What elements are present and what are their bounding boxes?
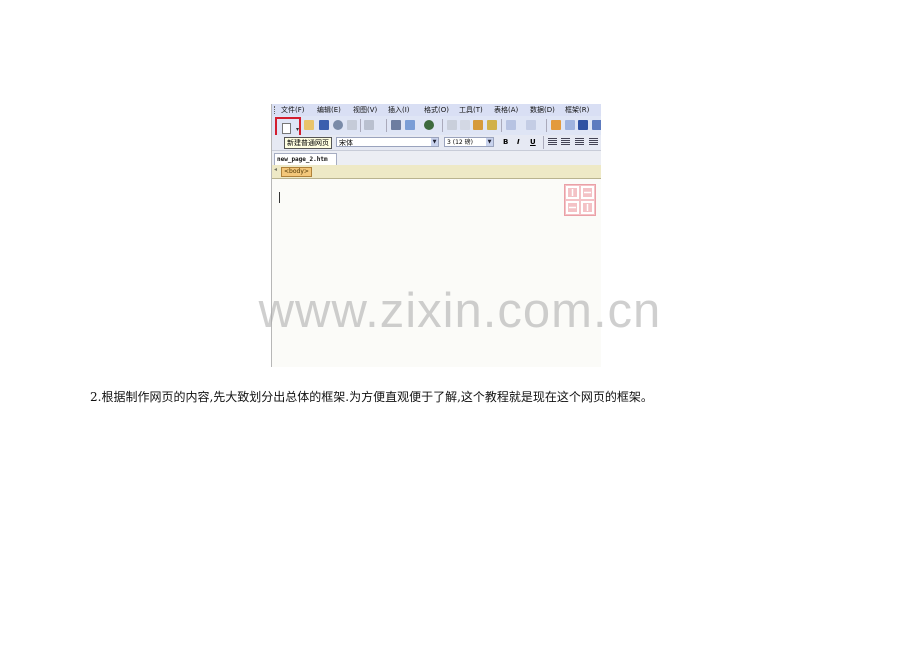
format-painter-icon[interactable] [487, 120, 497, 130]
print-icon[interactable] [391, 120, 401, 130]
copy-icon[interactable] [460, 120, 470, 130]
chevron-left-icon[interactable]: ◂ [274, 166, 277, 173]
menu-format[interactable]: 格式(O) [424, 105, 449, 115]
chevron-down-icon[interactable]: ▼ [431, 138, 438, 146]
font-name-select[interactable]: 宋体 ▼ [336, 137, 439, 147]
text-caret [279, 192, 280, 203]
toolbar-separator [543, 136, 544, 149]
frame-icon[interactable] [565, 120, 575, 130]
chevron-down-icon[interactable]: ▼ [486, 138, 493, 146]
menu-edit[interactable]: 编辑(E) [317, 105, 341, 115]
red-seal-stamp [564, 184, 596, 216]
toolbar-separator [360, 119, 361, 132]
save-icon[interactable] [319, 120, 329, 130]
menu-table[interactable]: 表格(A) [494, 105, 518, 115]
bold-button[interactable]: B [503, 137, 508, 147]
toolbar-separator [442, 119, 443, 132]
search-icon[interactable] [333, 120, 343, 130]
new-page-icon [282, 123, 291, 134]
underline-button[interactable]: U [530, 137, 536, 147]
quick-tag-bar: ◂ <body> [272, 165, 601, 179]
justify-icon[interactable] [589, 138, 598, 146]
layer-icon[interactable] [578, 120, 588, 130]
image-icon[interactable] [592, 120, 601, 130]
align-center-icon[interactable] [561, 138, 570, 146]
undo-icon[interactable] [506, 120, 516, 130]
seal-glyph [566, 186, 594, 214]
font-name-value: 宋体 [339, 139, 353, 147]
toolbar-separator [386, 119, 387, 132]
menu-data[interactable]: 数据(D) [530, 105, 555, 115]
new-page-tooltip: 新建普通网页 [284, 137, 332, 149]
menu-insert[interactable]: 插入(I) [388, 105, 410, 115]
step-caption: 2.根据制作网页的内容,先大致划分出总体的框架.为方便直观便于了解,这个教程就是… [90, 390, 653, 404]
paste-icon[interactable] [473, 120, 483, 130]
italic-button[interactable]: I [517, 137, 520, 147]
menu-tools[interactable]: 工具(T) [459, 105, 483, 115]
redo-icon[interactable] [526, 120, 536, 130]
toolbar-separator [501, 119, 502, 132]
spellcheck-icon[interactable] [424, 120, 434, 130]
menu-file[interactable]: 文件(F) [281, 105, 305, 115]
align-right-icon[interactable] [575, 138, 584, 146]
insert-table-icon[interactable] [551, 120, 561, 130]
menu-view[interactable]: 视图(V) [353, 105, 377, 115]
menu-frames[interactable]: 框架(R) [565, 105, 589, 115]
align-left-icon[interactable] [548, 138, 557, 146]
toolbar-separator [546, 119, 547, 132]
folder-list-icon[interactable] [364, 120, 374, 130]
open-icon[interactable] [304, 120, 314, 130]
cut-icon[interactable] [447, 120, 457, 130]
document-tab-bar: new_page_2.htm [272, 151, 601, 166]
body-tag-button[interactable]: <body> [281, 167, 312, 177]
publish-icon[interactable] [347, 120, 357, 130]
menubar-grip [274, 106, 277, 114]
chevron-down-icon[interactable]: ▾ [296, 126, 299, 133]
font-size-select[interactable]: 3 (12 磅) ▼ [444, 137, 494, 147]
tab-new-page-2[interactable]: new_page_2.htm [274, 153, 337, 165]
watermark: www.zixin.com.cn [258, 284, 662, 338]
font-size-value: 3 (12 磅) [447, 139, 473, 146]
standard-toolbar: ▾ [272, 116, 601, 144]
preview-icon[interactable] [405, 120, 415, 130]
